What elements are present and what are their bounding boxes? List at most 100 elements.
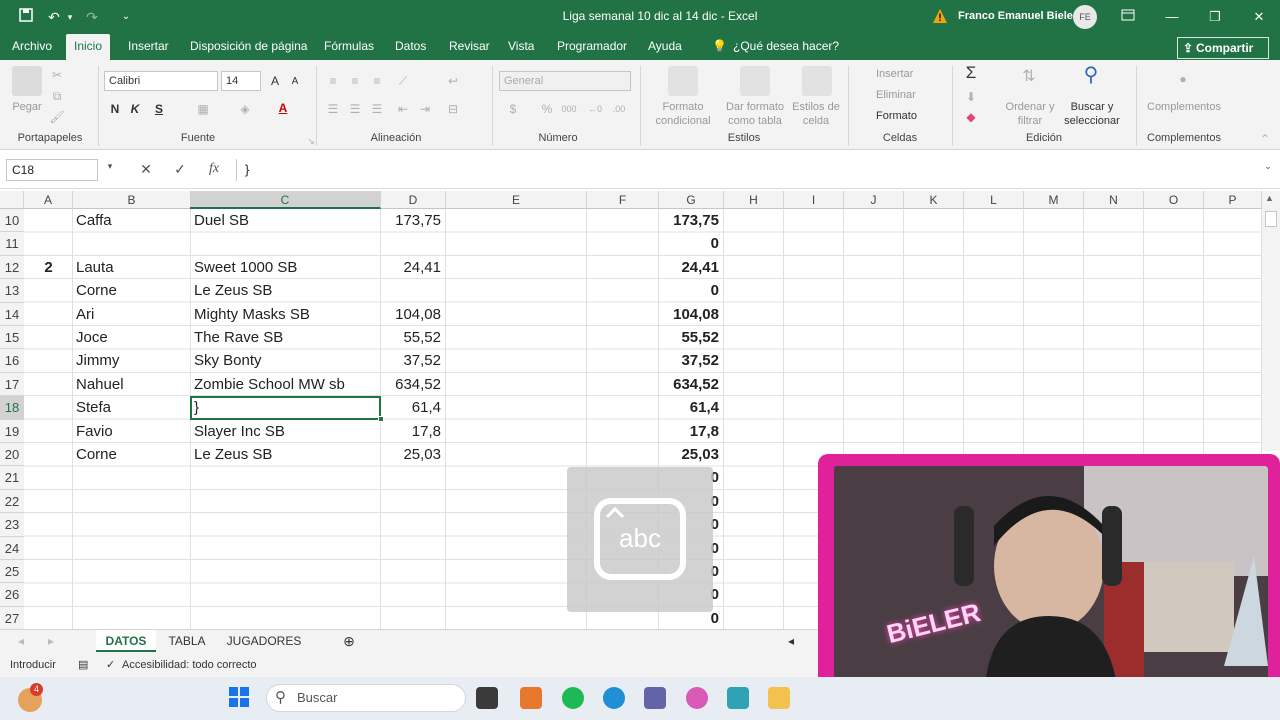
scroll-sheets-left-icon[interactable]: ◂ (14, 630, 28, 652)
macro-record-icon[interactable]: ▤ (78, 653, 88, 677)
cell-a-16[interactable] (24, 349, 73, 372)
ribbon-display-options-icon[interactable] (1116, 5, 1140, 29)
cell-b-16[interactable]: Jimmy (76, 349, 190, 372)
cell-b-12[interactable]: Lauta (76, 256, 190, 279)
cell-a-19[interactable] (24, 420, 73, 443)
copy-icon[interactable]: ⧉ (48, 87, 66, 105)
cell-b-22[interactable] (76, 490, 190, 513)
row-header[interactable]: 15 (0, 326, 24, 350)
cancel-icon[interactable]: ✕ (136, 161, 156, 178)
column-header-p[interactable]: P (1204, 191, 1262, 209)
cell-c-22[interactable] (194, 490, 379, 513)
clear-icon[interactable]: ◆ (962, 108, 980, 126)
cell-a-27[interactable] (24, 607, 73, 630)
cell-a-11[interactable] (24, 232, 73, 255)
cell-c-26[interactable] (194, 583, 379, 606)
cell-d-24[interactable] (381, 537, 441, 560)
format-cells-button[interactable]: Formato (858, 109, 934, 123)
row-header[interactable]: 22 (0, 489, 24, 514)
font-name-select[interactable]: Calibri (104, 71, 218, 91)
cell-d-16[interactable]: 37,52 (381, 349, 441, 372)
warning-icon[interactable] (932, 8, 948, 24)
cell-c-15[interactable]: The Rave SB (194, 326, 379, 349)
fill-color-icon[interactable]: ◈ (236, 100, 254, 118)
increase-indent-icon[interactable]: ⇥ (416, 100, 434, 118)
windows-start-icon[interactable] (228, 686, 250, 708)
row-header[interactable]: 26 (0, 583, 24, 607)
cell-b-20[interactable]: Corne (76, 443, 190, 466)
cell-c-12[interactable]: Sweet 1000 SB (194, 256, 379, 279)
cell-a-26[interactable] (24, 583, 73, 606)
cell-styles-button[interactable]: Estilos de celda (788, 100, 844, 128)
enter-icon[interactable]: ✓ (170, 161, 190, 178)
decrease-indent-icon[interactable]: ⇤ (394, 100, 412, 118)
tell-me-search[interactable]: ¿Qué desea hacer? (725, 34, 847, 60)
cell-a-12[interactable]: 2 (24, 256, 73, 279)
row-header[interactable]: 20 (0, 443, 24, 467)
row-header[interactable]: 19 (0, 419, 24, 443)
currency-icon[interactable]: $ (504, 100, 522, 118)
row-header[interactable]: 18 (0, 396, 24, 420)
cell-c-17[interactable]: Zombie School MW sb (194, 373, 379, 396)
vertical-scrollbar[interactable]: ▲ (1262, 191, 1280, 451)
cell-d-19[interactable]: 17,8 (381, 420, 441, 443)
cell-d-20[interactable]: 25,03 (381, 443, 441, 466)
spotify-icon[interactable] (562, 687, 584, 709)
addins-button[interactable]: Complementos (1140, 100, 1228, 114)
cell-b-15[interactable]: Joce (76, 326, 190, 349)
cell-d-18[interactable]: 61,4 (381, 396, 441, 419)
cell-styles-icon[interactable] (802, 66, 832, 96)
cell-d-15[interactable]: 55,52 (381, 326, 441, 349)
cell-a-17[interactable] (24, 373, 73, 396)
app-icon[interactable] (520, 687, 542, 709)
collapse-ribbon-icon[interactable]: ⌃ (1256, 130, 1274, 148)
tab-ayuda[interactable]: Ayuda (640, 34, 690, 60)
store-icon[interactable] (727, 687, 749, 709)
scroll-sheets-right-icon[interactable]: ▸ (44, 630, 58, 652)
underline-button[interactable]: S (150, 100, 168, 118)
cell-g-12[interactable]: 24,41 (659, 256, 719, 279)
cell-d-13[interactable] (381, 279, 441, 302)
insert-cells-button[interactable]: Insertar (858, 67, 928, 81)
accessibility-status[interactable]: Accesibilidad: todo correcto (122, 653, 257, 677)
cell-c-27[interactable] (194, 607, 379, 630)
format-table-button[interactable]: Dar formato como tabla (720, 100, 790, 128)
cell-d-23[interactable] (381, 513, 441, 536)
name-box[interactable]: C18 (6, 159, 98, 181)
cell-b-25[interactable] (76, 560, 190, 583)
column-header-k[interactable]: K (904, 191, 964, 209)
cell-c-25[interactable] (194, 560, 379, 583)
tab-formulas[interactable]: Fórmulas (316, 34, 382, 60)
accessibility-icon[interactable]: ✓ (106, 653, 115, 677)
edge-icon[interactable] (603, 687, 625, 709)
fill-handle[interactable] (378, 416, 384, 422)
column-header-b[interactable]: B (73, 191, 191, 209)
column-header-o[interactable]: O (1144, 191, 1204, 209)
cell-b-13[interactable]: Corne (76, 279, 190, 302)
cell-a-24[interactable] (24, 537, 73, 560)
copilot-icon[interactable] (686, 687, 708, 709)
tab-revisar[interactable]: Revisar (441, 34, 498, 60)
merge-center-icon[interactable]: ⊟ (444, 100, 462, 118)
search-icon[interactable]: ⚲ (1082, 65, 1100, 85)
row-header[interactable]: 17 (0, 372, 24, 397)
select-all-corner[interactable] (0, 191, 24, 209)
cell-c-21[interactable] (194, 466, 379, 489)
borders-icon[interactable]: ▦ (194, 100, 212, 118)
minimize-icon[interactable]: — (1160, 5, 1184, 29)
cell-d-17[interactable]: 634,52 (381, 373, 441, 396)
avatar[interactable]: FE (1073, 5, 1097, 29)
column-header-l[interactable]: L (964, 191, 1024, 209)
file-explorer-icon[interactable] (768, 687, 790, 709)
column-header-d[interactable]: D (381, 191, 446, 209)
user-name[interactable]: Franco Emanuel Bieler (958, 10, 1077, 22)
number-format-select[interactable]: General (499, 71, 631, 91)
thousands-separator-icon[interactable]: 000 (560, 100, 578, 118)
tab-insertar[interactable]: Insertar (120, 34, 177, 60)
row-header[interactable]: 10 (0, 209, 24, 233)
cell-a-10[interactable] (24, 209, 73, 232)
cell-g-15[interactable]: 55,52 (659, 326, 719, 349)
cell-b-19[interactable]: Favio (76, 420, 190, 443)
column-header-i[interactable]: I (784, 191, 844, 209)
scroll-up-icon[interactable]: ▲ (1265, 193, 1274, 203)
